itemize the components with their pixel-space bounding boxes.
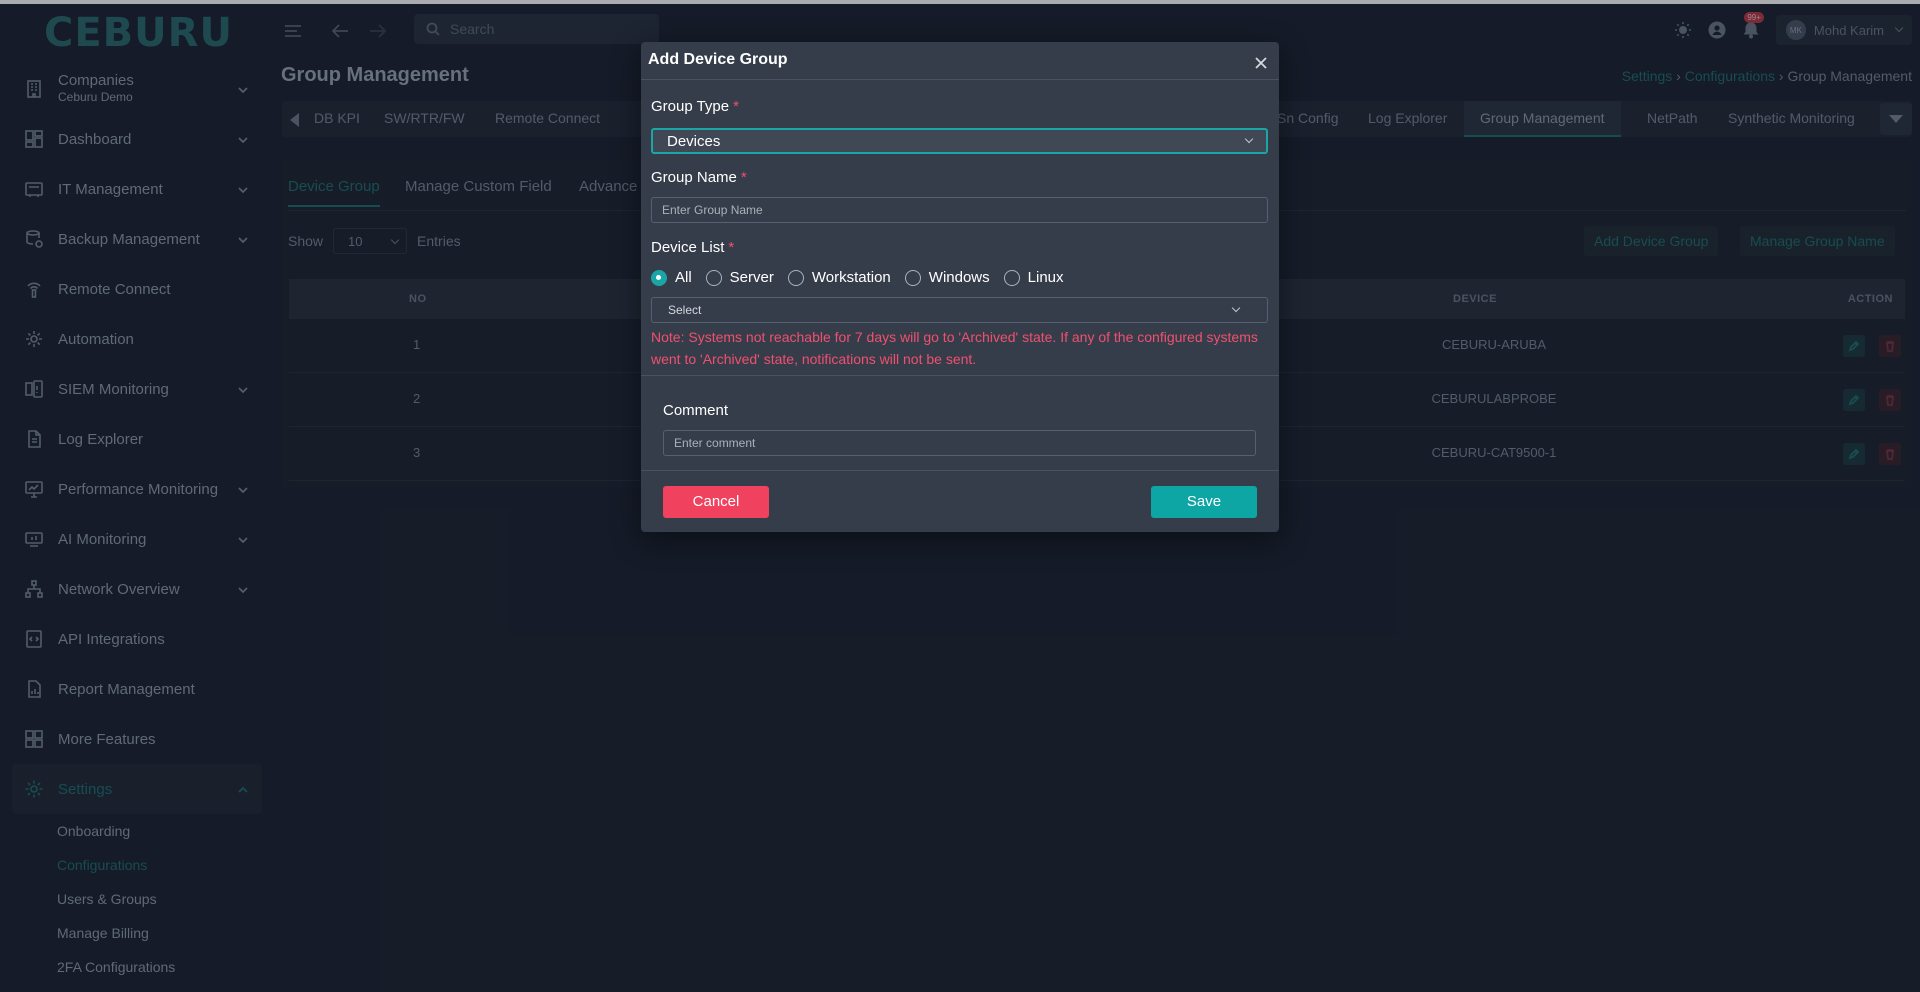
divider <box>641 375 1279 376</box>
radio-circle-icon <box>787 269 804 286</box>
radio-circle-icon <box>651 269 667 286</box>
radio-circle-icon <box>1003 269 1020 286</box>
radio-workstation[interactable]: Workstation <box>787 269 891 286</box>
save-button[interactable]: Save <box>1151 486 1257 518</box>
chevron-down-icon <box>1231 303 1241 313</box>
radio-linux[interactable]: Linux <box>1003 269 1064 286</box>
group-type-label: Group Type * <box>651 98 739 115</box>
archive-note: Note: Systems not reachable for 7 days w… <box>651 329 1258 367</box>
chevron-down-icon <box>1244 134 1254 144</box>
radio-server[interactable]: Server <box>705 269 774 286</box>
group-type-select[interactable]: Devices <box>651 128 1268 154</box>
radio-circle-icon <box>904 269 921 286</box>
close-icon[interactable] <box>1255 56 1267 69</box>
device-select-dropdown[interactable]: Select <box>651 297 1268 323</box>
comment-input[interactable]: Enter comment <box>663 430 1256 456</box>
cancel-button[interactable]: Cancel <box>663 486 769 518</box>
radio-all[interactable]: All <box>651 269 692 286</box>
comment-label: Comment <box>663 402 729 419</box>
device-list-radio-group: All Server Workstation Windows Linux <box>651 269 1078 286</box>
add-device-group-modal: Add Device Group Group Type * Devices Gro… <box>641 42 1279 532</box>
group-name-input[interactable]: Enter Group Name <box>651 197 1268 223</box>
radio-circle-icon <box>705 269 722 286</box>
modal-title: Add Device Group <box>648 51 788 68</box>
device-list-label: Device List * <box>651 239 735 256</box>
group-name-label: Group Name * <box>651 169 747 186</box>
radio-windows[interactable]: Windows <box>904 269 990 286</box>
divider <box>641 470 1279 471</box>
